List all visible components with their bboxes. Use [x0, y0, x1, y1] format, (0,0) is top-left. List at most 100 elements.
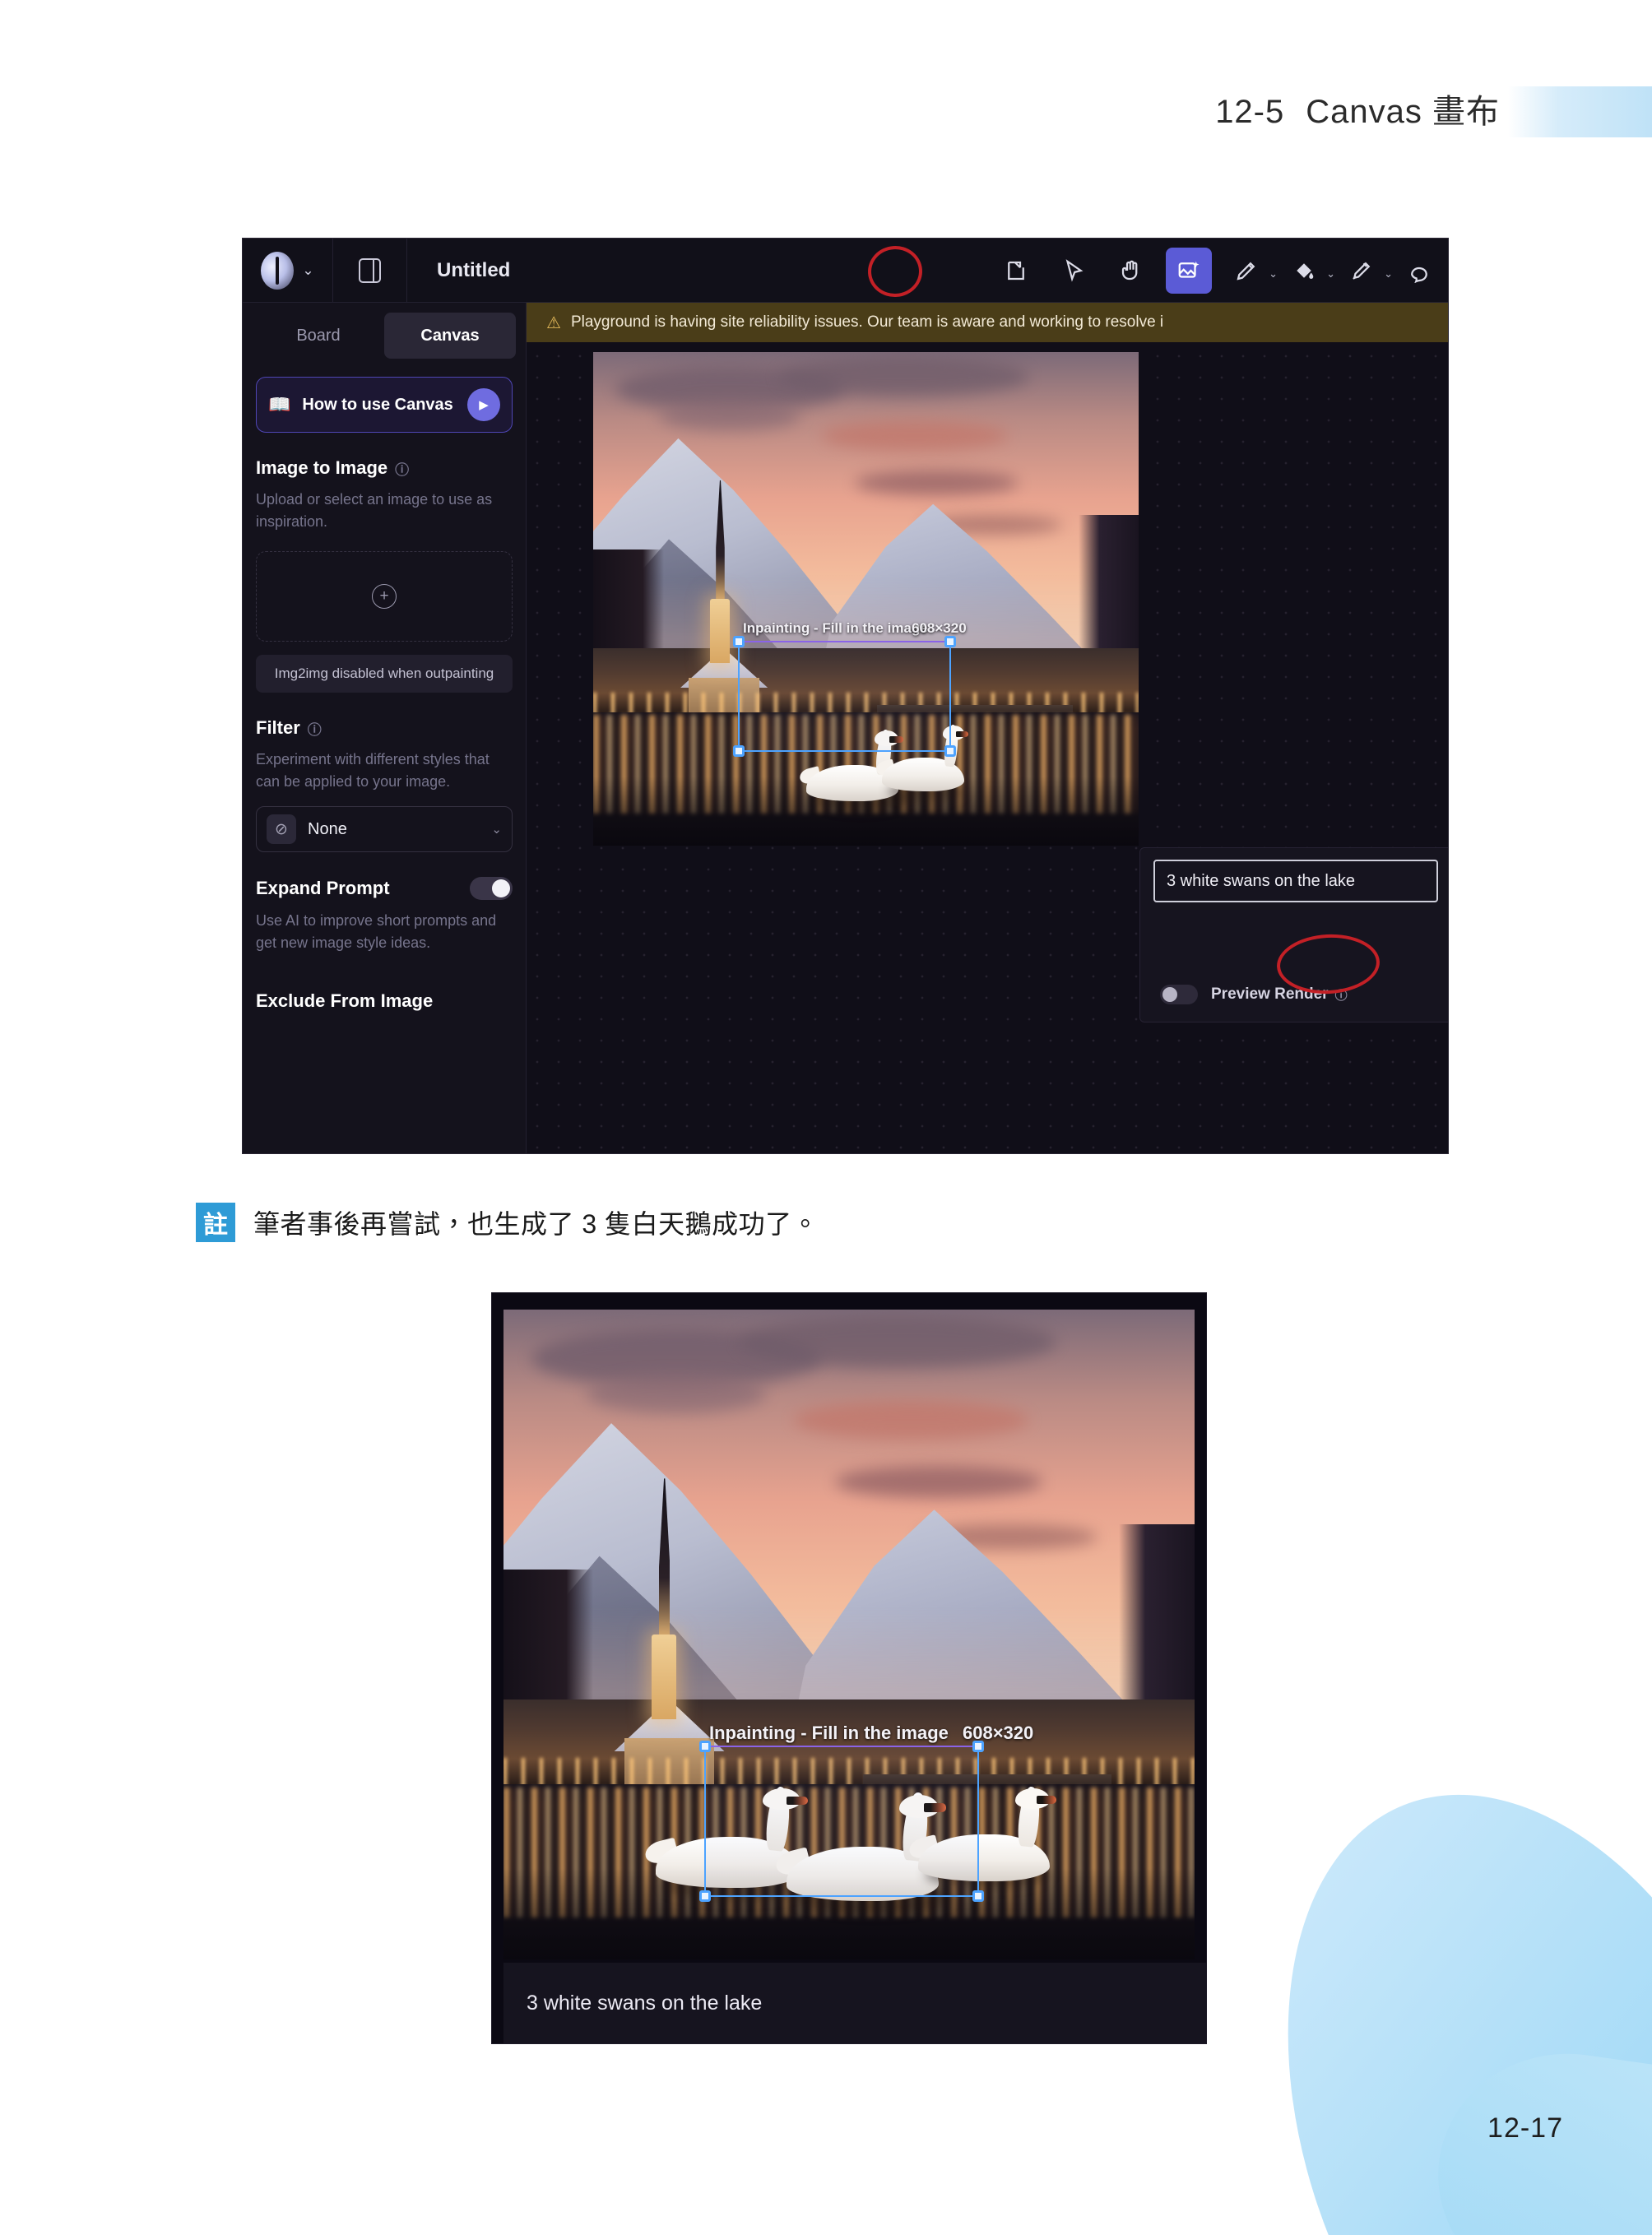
decorative-swoosh-main: [1190, 1718, 1652, 2235]
chapter-number: 12-5: [1215, 94, 1285, 130]
resize-handle-bottom-left[interactable]: [733, 745, 745, 757]
chevron-down-icon[interactable]: ⌄: [1384, 267, 1393, 281]
toggle-knob: [492, 879, 510, 897]
play-icon[interactable]: ▶: [467, 388, 500, 421]
chevron-down-icon[interactable]: ⌄: [1326, 267, 1335, 281]
add-icon: +: [372, 584, 397, 609]
sidebar-tabs: Board Canvas: [243, 303, 526, 359]
chevron-down-icon: ⌄: [302, 262, 314, 278]
help-icon[interactable]: ⓘ: [308, 718, 322, 739]
preview-render-toggle[interactable]: [1160, 985, 1198, 1004]
filter-label: Filter: [256, 717, 300, 738]
expand-prompt-toggle[interactable]: [470, 877, 513, 900]
chevron-down-icon: ⌄: [491, 823, 502, 837]
cloud: [793, 1400, 1029, 1440]
inpaint-selection-box[interactable]: [699, 1741, 984, 1902]
how-to-use-canvas-button[interactable]: 📖 How to use Canvas ▶: [256, 377, 513, 433]
canvas-area[interactable]: ⚠ Playground is having site reliability …: [527, 303, 1448, 1153]
toolbar: ⌄ ⌄ ⌄: [987, 239, 1448, 303]
tab-canvas[interactable]: Canvas: [384, 313, 516, 359]
expand-prompt-description: Use AI to improve short prompts and get …: [256, 912, 497, 951]
filter-selected-value: None: [308, 819, 347, 838]
selection-label: Inpainting - Fill in the image: [743, 620, 928, 636]
winter-lake-scene: [593, 352, 1139, 846]
resize-handle-top-left[interactable]: [699, 1741, 711, 1752]
hand-icon: [1121, 260, 1138, 281]
inpaint-selection-box[interactable]: [733, 636, 956, 757]
cloud: [835, 1465, 1043, 1499]
app-logo-button[interactable]: ⌄: [243, 239, 333, 303]
page-title: 12-5 Canvas 畫布: [1215, 85, 1500, 132]
help-icon[interactable]: ⓘ: [1335, 986, 1348, 1004]
image-dropzone[interactable]: +: [256, 551, 513, 642]
prompt-input[interactable]: 3 white swans on the lake: [1153, 860, 1438, 902]
result-screenshot: Inpainting - Fill in the image 608×320 3…: [492, 1293, 1206, 2043]
result-left-rail: [492, 1293, 503, 2043]
toggle-panel-button[interactable]: [333, 239, 407, 303]
filter-description: Experiment with different styles that ca…: [256, 751, 490, 790]
playground-logo-icon: [261, 251, 295, 290]
app-body: Board Canvas 📖 How to use Canvas ▶ Image…: [243, 303, 1448, 1153]
resize-handle-bottom-right[interactable]: [972, 1890, 984, 1902]
result-artwork: Inpainting - Fill in the image 608×320: [503, 1310, 1195, 1959]
resize-handle-top-right[interactable]: [944, 636, 956, 647]
filter-select[interactable]: ⊘ None ⌄: [256, 806, 513, 852]
filter-title: Filter ⓘ: [256, 717, 513, 739]
header-accent-bar: [1508, 86, 1652, 137]
selection-size: 608×320: [912, 620, 967, 636]
cloud: [738, 1315, 1056, 1369]
brush-icon: [1353, 262, 1371, 280]
note-badge: 註: [196, 1203, 235, 1242]
cloud: [586, 1375, 767, 1414]
warning-text: Playground is having site reliability is…: [570, 313, 1164, 331]
note-text: 筆者事後再嘗試，也生成了 3 隻白天鵝成功了。: [253, 1209, 819, 1239]
upload-image-tool[interactable]: [993, 248, 1039, 294]
result-prompt-text[interactable]: 3 white swans on the lake: [527, 1992, 762, 2015]
image-to-image-description: Upload or select an image to use as insp…: [256, 491, 493, 530]
cloud: [658, 401, 800, 431]
comment-tool[interactable]: [1396, 248, 1442, 294]
img2img-disabled-note: Img2img disabled when outpainting: [256, 655, 513, 693]
prompt-footer: Preview Render ⓘ Inpaint Ctrl ⏎: [1140, 967, 1448, 1022]
generate-image-tool[interactable]: [1166, 248, 1212, 294]
paint-bucket-icon: [1297, 263, 1314, 279]
panel-icon: [358, 257, 381, 283]
paint-bucket-tool[interactable]: ⌄: [1281, 248, 1335, 294]
how-to-label: How to use Canvas: [302, 395, 453, 414]
exclude-from-image-title: Exclude From Image: [256, 990, 513, 1012]
pencil-tool[interactable]: ⌄: [1223, 248, 1278, 294]
resize-handle-bottom-left[interactable]: [699, 1890, 711, 1902]
no-filter-icon: ⊘: [267, 814, 296, 844]
resize-handle-top-right[interactable]: [972, 1741, 984, 1752]
help-icon[interactable]: ⓘ: [395, 458, 409, 479]
app-topbar: ⌄ Untitled ⌄ ⌄ ⌄: [243, 239, 1448, 303]
left-sidebar: Board Canvas 📖 How to use Canvas ▶ Image…: [243, 303, 527, 1153]
pan-hand-tool[interactable]: [1108, 248, 1154, 294]
note-row: 註 筆者事後再嘗試，也生成了 3 隻白天鵝成功了。: [196, 1203, 819, 1242]
cloud: [855, 471, 1019, 495]
eraser-brush-tool[interactable]: ⌄: [1339, 248, 1393, 294]
cloud: [778, 357, 1030, 396]
toggle-knob: [1162, 987, 1177, 1002]
upload-icon: [1008, 261, 1024, 281]
document-title[interactable]: Untitled: [437, 259, 510, 282]
book-icon: 📖: [268, 394, 291, 415]
swan-beak: [1036, 1796, 1056, 1805]
resize-handle-bottom-right[interactable]: [944, 745, 956, 757]
decorative-swoosh-light: [1306, 1817, 1652, 2235]
select-cursor-tool[interactable]: [1051, 248, 1097, 294]
chevron-down-icon[interactable]: ⌄: [1269, 267, 1278, 281]
prompt-panel: 3 white swans on the lake Preview Render…: [1139, 847, 1448, 1022]
tab-board[interactable]: Board: [253, 313, 384, 359]
preview-render-label-group: Preview Render ⓘ: [1211, 985, 1348, 1004]
cursor-icon: [1065, 259, 1084, 282]
image-to-image-label: Image to Image: [256, 457, 388, 478]
church-tower-light: [651, 1635, 676, 1719]
selection-label: Inpainting - Fill in the image: [709, 1723, 949, 1743]
warning-icon: ⚠: [546, 313, 561, 332]
resize-handle-top-left[interactable]: [733, 636, 745, 647]
preview-render-label: Preview Render: [1211, 985, 1329, 1003]
expand-prompt-label: Expand Prompt: [256, 878, 390, 898]
canvas-artwork[interactable]: [593, 352, 1139, 846]
chapter-title: Canvas 畫布: [1306, 94, 1500, 130]
